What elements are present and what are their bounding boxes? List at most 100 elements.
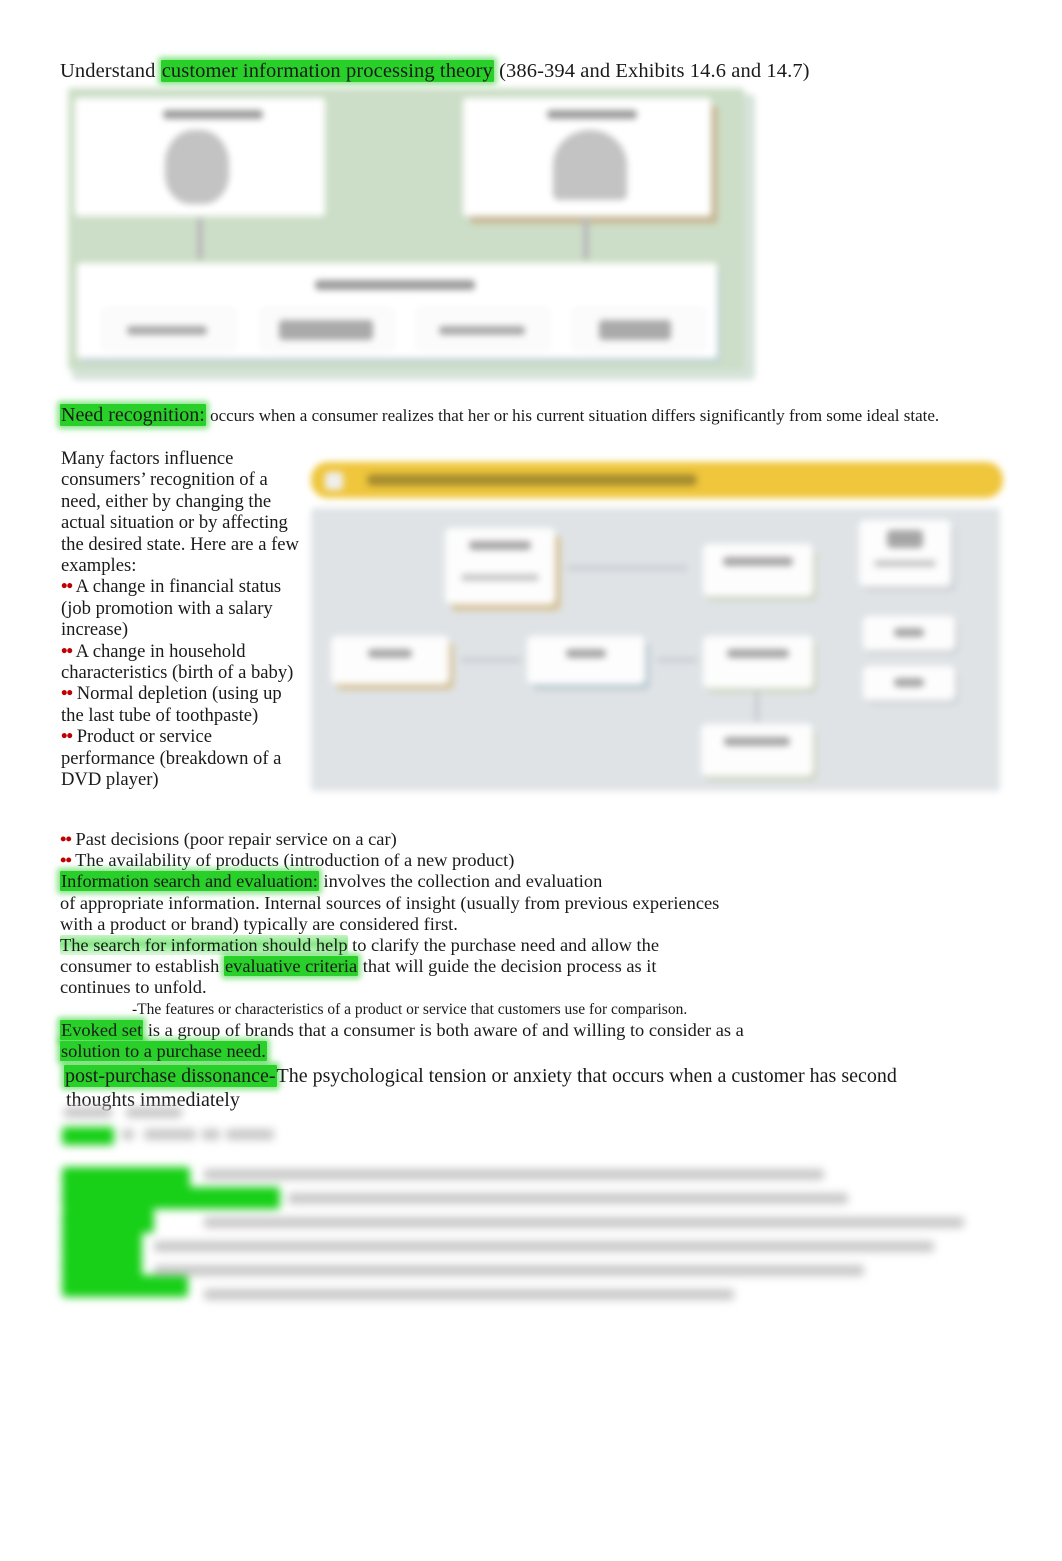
exhibit-14-7-connector-4 bbox=[755, 690, 759, 722]
list-item: •• A change in financial status (job pro… bbox=[61, 576, 301, 640]
need-recognition-definition: occurs when a consumer realizes that her… bbox=[205, 406, 940, 425]
post-purchase-dissonance-term: post-purchase dissonance- bbox=[64, 1065, 277, 1088]
evoked-set-line-2-highlight: solution to a purchase need. bbox=[60, 1041, 267, 1062]
redacted-highlight bbox=[62, 1127, 114, 1145]
exhibit-14-6-subtext-3 bbox=[439, 326, 525, 335]
exhibit-14-7-node-5 bbox=[527, 636, 645, 684]
exhibit-14-7-connector-1 bbox=[567, 566, 687, 570]
exhibit-14-7-header-bar bbox=[311, 462, 1003, 498]
dissonance-rest: The psychological tension or anxiety tha… bbox=[276, 1065, 897, 1088]
exhibit-14-7-connector-2 bbox=[461, 658, 521, 662]
exhibit-14-7-node-7 bbox=[863, 616, 955, 650]
exhibit-14-7-node-6-title bbox=[727, 649, 789, 658]
exhibit-14-6-figure-right bbox=[553, 130, 627, 200]
exhibit-14-7-node-1-sub bbox=[461, 574, 539, 581]
exhibit-14-6-arrow-right bbox=[583, 218, 589, 260]
redacted-line bbox=[64, 1107, 112, 1118]
search-line-3: continues to unfold. bbox=[60, 977, 207, 998]
left-text-column: Many factors influence consumers’ recogn… bbox=[61, 448, 301, 791]
document-page: Understand customer information processi… bbox=[0, 0, 1062, 1561]
search-line-2-pre: consumer to establish bbox=[60, 956, 224, 977]
exhibit-14-6-subtext-4 bbox=[599, 320, 671, 340]
redacted-line bbox=[154, 1265, 864, 1276]
redacted-highlight bbox=[62, 1231, 142, 1255]
info-search-line-1: Information search and evaluation: invol… bbox=[60, 871, 1010, 892]
evoked-set-term: Evoked set bbox=[60, 1019, 144, 1040]
redacted-line bbox=[204, 1169, 824, 1180]
redacted-highlight bbox=[62, 1209, 154, 1233]
title-prefix: Understand bbox=[60, 60, 161, 82]
redacted-line bbox=[122, 1129, 134, 1140]
search-line-2: consumer to establish evaluative criteri… bbox=[60, 956, 1010, 977]
list-item-label: A change in household characteristics (b… bbox=[61, 640, 294, 684]
redacted-highlight bbox=[62, 1275, 188, 1297]
list-item: •• The availability of products (introdu… bbox=[60, 850, 1010, 871]
exhibit-14-7-node-3 bbox=[859, 520, 951, 586]
evaluative-criteria-term: evaluative criteria bbox=[223, 956, 359, 977]
exhibit-14-7-node-6 bbox=[703, 636, 813, 688]
left-column-intro: Many factors influence consumers’ recogn… bbox=[61, 448, 299, 577]
exhibit-14-7-node-7-title bbox=[894, 628, 924, 637]
bullet-marker-icon: •• bbox=[61, 576, 73, 598]
bullet-marker-icon: •• bbox=[61, 683, 73, 705]
search-line-1: The search for information should help t… bbox=[60, 935, 1010, 956]
exhibit-14-7-node-2 bbox=[703, 544, 813, 596]
exhibit-14-7-node-3-sub bbox=[874, 560, 936, 567]
exhibit-14-6-image bbox=[65, 88, 755, 380]
info-search-rest: involves the collection and evaluation bbox=[318, 871, 603, 892]
list-item-label: A change in financial status (job promot… bbox=[61, 576, 282, 641]
exhibit-14-7-image bbox=[311, 462, 1011, 802]
exhibit-14-7-node-1-title bbox=[469, 541, 531, 550]
search-line-1-rest: to clarify the purchase need and allow t… bbox=[347, 935, 660, 956]
list-item-label: Normal depletion (using up the last tube… bbox=[61, 683, 282, 726]
exhibit-14-6-caption-right bbox=[547, 110, 637, 119]
evaluative-criteria-definition: -The features or characteristics of a pr… bbox=[132, 1000, 688, 1018]
redacted-line bbox=[204, 1217, 964, 1228]
list-item: •• Product or service performance (break… bbox=[61, 726, 301, 790]
exhibit-14-7-node-8 bbox=[863, 666, 955, 700]
exhibit-14-7-node-8-title bbox=[894, 678, 924, 687]
redacted-line bbox=[144, 1129, 196, 1140]
search-line-2-rest: that will guide the decision process as … bbox=[358, 956, 657, 977]
info-search-line-3: with a product or brand) typically are c… bbox=[60, 913, 458, 934]
exhibit-14-7-node-4-title bbox=[368, 649, 412, 658]
bullet-marker-icon: •• bbox=[60, 829, 72, 849]
redacted-highlight bbox=[62, 1167, 190, 1189]
evoked-set-rest: is a group of brands that a consumer is … bbox=[143, 1019, 744, 1040]
bullet-marker-icon: •• bbox=[61, 726, 73, 748]
redacted-line bbox=[154, 1241, 934, 1252]
bullet-marker-icon: •• bbox=[61, 640, 73, 662]
page-title: Understand customer information processi… bbox=[60, 58, 810, 84]
exhibit-14-7-node-4 bbox=[331, 636, 449, 684]
need-recognition-line: Need recognition: occurs when a consumer… bbox=[60, 404, 939, 427]
list-item: •• Normal depletion (using up the last t… bbox=[61, 683, 301, 726]
exhibit-14-6-caption-bottom bbox=[315, 280, 475, 290]
redacted-block-upper bbox=[60, 1105, 480, 1153]
list-item-label: Product or service performance (breakdow… bbox=[61, 726, 282, 791]
exhibit-14-7-header-badge-icon bbox=[325, 472, 343, 490]
exhibit-14-7-connector-3 bbox=[657, 658, 697, 662]
exhibit-14-7-body bbox=[311, 508, 1000, 791]
list-item-label: The availability of products (introducti… bbox=[75, 850, 515, 871]
exhibit-14-7-node-2-title bbox=[723, 557, 793, 566]
list-item: •• Past decisions (poor repair service o… bbox=[60, 829, 1010, 850]
title-highlighted-term: customer information processing theory bbox=[160, 60, 494, 82]
bullet-marker-icon: •• bbox=[60, 850, 72, 871]
list-item: •• A change in household characteristics… bbox=[61, 641, 301, 684]
redacted-line bbox=[204, 1289, 734, 1300]
list-item-label: Past decisions (poor repair service on a… bbox=[75, 829, 397, 849]
exhibit-14-7-node-1 bbox=[445, 528, 555, 604]
exhibit-14-6-subtext-2 bbox=[279, 320, 373, 340]
evoked-set-line-1: Evoked set is a group of brands that a c… bbox=[60, 1019, 1010, 1041]
evoked-set-line-2: solution to a purchase need. bbox=[60, 1041, 1010, 1062]
title-suffix: (386-394 and Exhibits 14.6 and 14.7) bbox=[493, 60, 810, 82]
exhibit-14-7-node-9 bbox=[701, 724, 813, 776]
redacted-line bbox=[126, 1107, 182, 1118]
redacted-highlight bbox=[62, 1253, 142, 1277]
redacted-line bbox=[288, 1193, 848, 1204]
exhibit-14-7-node-9-title bbox=[724, 737, 790, 746]
exhibit-14-7-node-5-title bbox=[566, 649, 606, 658]
exhibit-14-6-figure-left bbox=[165, 130, 229, 204]
info-search-term: Information search and evaluation: bbox=[60, 871, 319, 892]
dissonance-line-1: post-purchase dissonance-The psychologic… bbox=[60, 1064, 1010, 1088]
